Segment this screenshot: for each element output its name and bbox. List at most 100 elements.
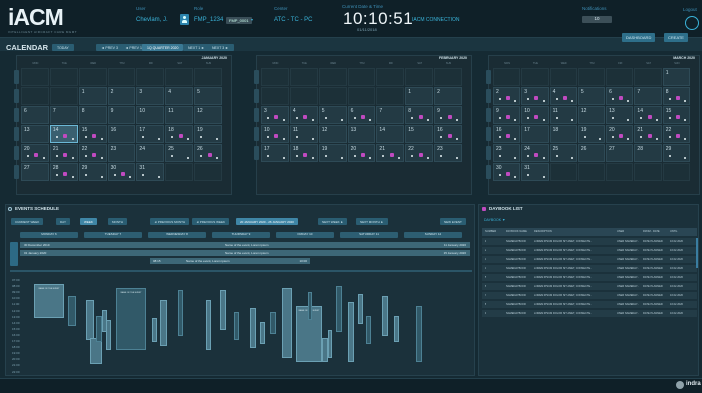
day-cell[interactable]: 20 xyxy=(21,144,49,162)
day-cell[interactable]: 11 xyxy=(289,125,318,143)
day-cell[interactable]: 20 xyxy=(347,144,376,162)
week-handle[interactable] xyxy=(486,165,491,179)
day-cell[interactable]: 12 xyxy=(318,125,347,143)
day-cell[interactable]: 13 xyxy=(21,125,49,143)
day-cell-empty[interactable] xyxy=(347,68,376,86)
weekday-header[interactable]: SATURDAY 11 xyxy=(340,232,398,238)
chevron-down-icon[interactable]: ▾ xyxy=(251,17,253,22)
all-day-toggle[interactable] xyxy=(10,242,18,266)
day-cell[interactable]: 9 xyxy=(434,106,462,124)
day-cell[interactable]: 4 xyxy=(289,106,318,124)
event-block[interactable] xyxy=(206,300,211,350)
event-block[interactable] xyxy=(86,300,94,340)
event-block[interactable] xyxy=(106,320,111,350)
day-cell-empty[interactable] xyxy=(49,68,78,86)
day-cell[interactable]: 18 xyxy=(549,125,577,143)
day-cell[interactable]: 13 xyxy=(606,106,634,124)
day-cell[interactable]: 10 xyxy=(136,106,165,124)
weekday-header[interactable]: FRIDAY 10 xyxy=(276,232,334,238)
day-cell-empty[interactable] xyxy=(21,87,49,105)
day-cell[interactable]: 12 xyxy=(194,106,222,124)
day-cell-empty[interactable] xyxy=(261,87,289,105)
day-cell[interactable]: 2 xyxy=(434,87,462,105)
notifications-count[interactable]: 10 xyxy=(582,16,612,23)
create-button[interactable]: CREATE xyxy=(664,33,688,42)
day-cell[interactable]: 7 xyxy=(376,106,405,124)
column-header[interactable]: USER xyxy=(617,230,624,233)
day-cell[interactable]: 31 xyxy=(521,163,549,181)
day-cell-empty[interactable] xyxy=(289,68,318,86)
day-cell[interactable]: 14 xyxy=(376,125,405,143)
logout-icon[interactable] xyxy=(685,16,699,30)
day-cell-empty[interactable] xyxy=(634,68,662,86)
day-cell[interactable]: 25 xyxy=(165,144,194,162)
day-cell[interactable]: 31 xyxy=(136,163,165,181)
day-cell-empty[interactable] xyxy=(194,68,222,86)
day-cell[interactable]: 15 xyxy=(405,125,434,143)
next3-button[interactable]: NEXT 3 ► xyxy=(207,44,234,51)
day-cell[interactable]: 24 xyxy=(521,144,549,162)
day-cell-empty[interactable] xyxy=(21,68,49,86)
day-cell[interactable]: 19 xyxy=(194,125,222,143)
day-cell[interactable]: 18 xyxy=(289,144,318,162)
day-cell[interactable]: 30 xyxy=(493,163,521,181)
day-cell[interactable]: 17 xyxy=(136,125,165,143)
day-cell[interactable]: 21 xyxy=(49,144,78,162)
event-block[interactable] xyxy=(366,316,371,344)
day-cell[interactable]: 7 xyxy=(634,87,662,105)
tab-day[interactable]: DAY xyxy=(56,218,70,225)
day-cell[interactable]: 23 xyxy=(107,144,136,162)
day-cell[interactable]: 19 xyxy=(577,125,606,143)
day-cell[interactable]: 8 xyxy=(662,87,690,105)
day-cell-empty[interactable] xyxy=(347,87,376,105)
current-week-button[interactable]: CURRENT WEEK xyxy=(11,218,44,225)
week-handle[interactable] xyxy=(254,108,259,122)
column-header[interactable]: DAYBOOK NAME xyxy=(506,230,527,233)
event-block[interactable] xyxy=(220,290,226,330)
day-cell[interactable]: 21 xyxy=(634,125,662,143)
week-handle[interactable] xyxy=(254,89,259,103)
week-handle[interactable] xyxy=(254,127,259,141)
day-cell-empty[interactable] xyxy=(165,163,194,181)
day-cell[interactable]: 5 xyxy=(577,87,606,105)
dashboard-button[interactable]: DASHBOARD xyxy=(622,33,656,42)
day-cell-empty[interactable] xyxy=(289,87,318,105)
day-cell-empty[interactable] xyxy=(318,87,347,105)
table-row[interactable]: 4 NAMEDAYBOOK LOREM IPSUM DOLOR SIT AMET, … xyxy=(482,265,697,273)
day-cell[interactable]: 6 xyxy=(606,87,634,105)
tab-week[interactable]: WEEK xyxy=(80,218,97,225)
next1-button[interactable]: NEXT 1 ► xyxy=(183,44,210,51)
day-cell-empty[interactable] xyxy=(405,68,434,86)
day-cell-empty[interactable] xyxy=(376,68,405,86)
week-handle[interactable] xyxy=(486,108,491,122)
tab-month[interactable]: MONTH xyxy=(108,218,127,225)
day-cell-empty[interactable] xyxy=(107,68,136,86)
new-event-button[interactable]: NEW EVENT xyxy=(440,218,466,225)
table-row[interactable]: 5 NAMEDAYBOOK LOREM IPSUM DOLOR SIT AMET, … xyxy=(482,274,697,282)
day-cell[interactable]: 6 xyxy=(347,106,376,124)
weekday-header[interactable]: TUESDAY 7 xyxy=(84,232,142,238)
event-block[interactable] xyxy=(250,308,256,348)
day-cell[interactable]: 11 xyxy=(549,106,577,124)
table-row[interactable]: 9 NAMEDAYBOOK LOREM IPSUM DOLOR SIT AMET, … xyxy=(482,310,697,318)
day-cell[interactable]: 27 xyxy=(606,144,634,162)
table-scrollbar[interactable] xyxy=(696,238,698,268)
event-block[interactable] xyxy=(328,330,332,358)
day-cell[interactable]: 2 xyxy=(107,87,136,105)
event-block[interactable] xyxy=(416,306,422,362)
day-cell-empty[interactable] xyxy=(606,163,634,181)
day-cell[interactable]: 11 xyxy=(165,106,194,124)
today-button[interactable]: TODAY xyxy=(52,44,74,51)
weekday-header[interactable]: WEDNESDAY 8 xyxy=(148,232,206,238)
day-cell-empty[interactable] xyxy=(662,163,690,181)
week-handle[interactable] xyxy=(486,89,491,103)
week-handle[interactable] xyxy=(486,70,491,84)
day-cell[interactable]: 23 xyxy=(434,144,462,162)
column-header[interactable]: NUMBER xyxy=(485,230,496,233)
day-cell[interactable]: 29 xyxy=(78,163,107,181)
day-cell[interactable]: 20 xyxy=(606,125,634,143)
day-cell[interactable]: 26 xyxy=(194,144,222,162)
day-cell[interactable]: 19 xyxy=(318,144,347,162)
day-cell[interactable]: 22 xyxy=(78,144,107,162)
day-cell[interactable]: 28 xyxy=(49,163,78,181)
